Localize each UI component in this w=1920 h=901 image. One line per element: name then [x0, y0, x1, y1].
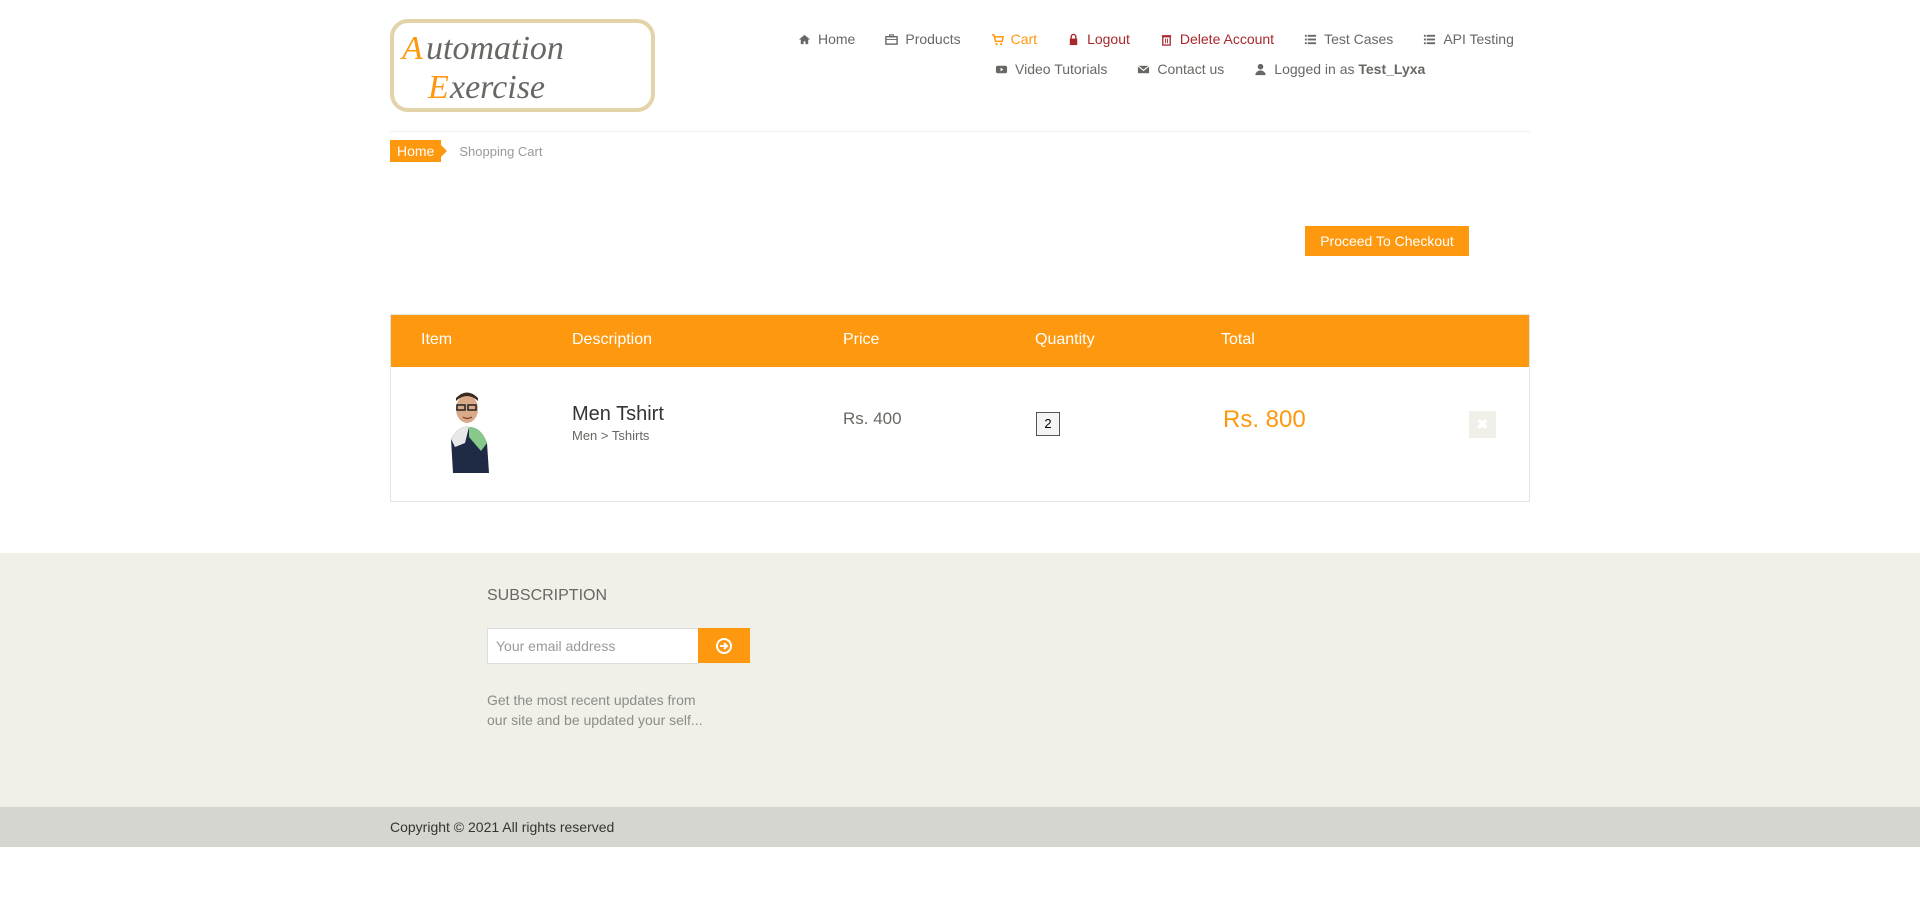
copyright-text: Copyright © 2021 All rights reserved — [390, 819, 615, 835]
subscription-description: Get the most recent updates from our sit… — [487, 692, 703, 728]
nav-delete-account-label: Delete Account — [1179, 31, 1275, 47]
column-quantity: Quantity — [1035, 331, 1095, 348]
svg-text:E: E — [427, 69, 449, 106]
product-image[interactable] — [441, 387, 497, 473]
logged-in-status: Logged in as Test_Lyxa — [1254, 61, 1425, 77]
site-header: A utomation E xercise Home Products Cart… — [390, 0, 1530, 132]
nav-video-tutorials-label: Video Tutorials — [1015, 61, 1108, 77]
breadcrumb-home[interactable]: Home — [390, 140, 448, 162]
product-name[interactable]: Men Tshirt — [572, 403, 664, 426]
nav-products[interactable]: Products — [885, 31, 961, 47]
youtube-play-icon — [995, 65, 1008, 73]
nav-contact-us-label: Contact us — [1157, 61, 1225, 77]
subscribe-button[interactable] — [698, 628, 750, 663]
nav-home[interactable]: Home — [798, 31, 855, 47]
quantity-value[interactable]: 2 — [1036, 412, 1060, 436]
logged-in-username: Test_Lyxa — [1358, 61, 1426, 77]
nav-video-tutorials[interactable]: Video Tutorials — [995, 61, 1107, 77]
cart-icon — [991, 33, 1004, 45]
briefcase-icon — [885, 33, 899, 45]
column-description: Description — [572, 331, 653, 348]
cart-table-header: Item Description Price Quantity Total — [391, 315, 1529, 367]
trash-icon — [1161, 34, 1172, 46]
nav-cart[interactable]: Cart — [991, 31, 1037, 47]
lock-icon — [1069, 33, 1078, 45]
nav-home-label: Home — [818, 31, 856, 47]
breadcrumb: Home Shopping Cart — [390, 140, 1530, 162]
breadcrumb-current: Shopping Cart — [459, 143, 543, 159]
product-total: Rs. 800 — [1223, 406, 1306, 433]
subscription-title: SUBSCRIPTION — [487, 587, 608, 604]
list-icon — [1304, 34, 1317, 44]
column-price: Price — [843, 331, 880, 348]
nav-logout[interactable]: Logout — [1067, 31, 1130, 47]
envelope-icon — [1137, 64, 1150, 73]
nav-api-testing-label: API Testing — [1443, 31, 1514, 47]
product-category: Men > Tshirts — [572, 428, 650, 443]
footer-bottom — [0, 807, 1920, 847]
svg-text:utomation: utomation — [426, 30, 564, 67]
table-row: Men Tshirt Men > Tshirts Rs. 400 2 Rs. 8… — [391, 367, 1529, 501]
nav-test-cases[interactable]: Test Cases — [1304, 31, 1393, 47]
site-logo[interactable]: A utomation E xercise — [390, 19, 655, 112]
secondary-nav: Video Tutorials Contact us Logged in as … — [995, 61, 1425, 77]
subscription-email-input[interactable] — [487, 628, 699, 664]
nav-products-label: Products — [905, 31, 961, 47]
delete-item-button[interactable]: ✖ — [1469, 411, 1496, 438]
main-nav: Home Products Cart Logout Delete Account… — [798, 31, 1514, 47]
nav-contact-us[interactable]: Contact us — [1137, 61, 1224, 77]
column-total: Total — [1221, 331, 1255, 348]
nav-cart-label: Cart — [1010, 31, 1038, 47]
column-item: Item — [421, 331, 453, 348]
svg-text:A: A — [400, 30, 423, 67]
user-icon — [1255, 63, 1266, 75]
cart-table: Item Description Price Quantity Total Me… — [390, 314, 1530, 502]
arrow-circle-right-icon — [716, 637, 732, 654]
proceed-to-checkout-button[interactable]: Proceed To Checkout — [1305, 226, 1469, 256]
nav-test-cases-label: Test Cases — [1324, 31, 1394, 47]
nav-delete-account[interactable]: Delete Account — [1160, 31, 1274, 47]
logged-in-prefix: Logged in as — [1274, 61, 1355, 77]
nav-logout-label: Logout — [1087, 31, 1130, 47]
list-icon — [1424, 34, 1436, 44]
home-icon — [798, 34, 811, 44]
product-price: Rs. 400 — [843, 409, 902, 428]
close-icon: ✖ — [1476, 416, 1489, 432]
footer-widget — [0, 553, 1920, 807]
svg-text:xercise: xercise — [449, 69, 545, 106]
nav-api-testing[interactable]: API Testing — [1423, 31, 1514, 47]
